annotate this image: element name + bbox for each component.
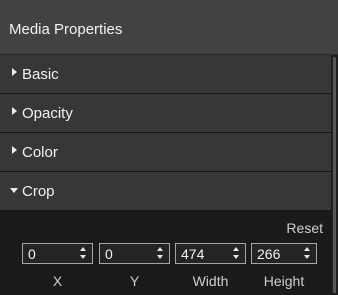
expand-arrow-icon [12, 107, 17, 115]
stepper-up-icon[interactable] [304, 247, 310, 251]
crop-width-spinbox[interactable]: 474 [175, 243, 246, 264]
stepper-down-icon[interactable] [157, 255, 163, 259]
section-basic[interactable]: Basic [0, 55, 331, 93]
stepper-arrows-icon[interactable] [304, 247, 311, 260]
reset-button[interactable]: Reset [286, 220, 323, 236]
section-crop[interactable]: Crop [0, 172, 331, 210]
stepper-arrows-icon[interactable] [80, 247, 87, 260]
panel-header: Media Properties [0, 0, 338, 55]
panel-title: Media Properties [9, 21, 123, 38]
section-label: Basic [22, 66, 59, 83]
section-label: Color [22, 144, 58, 161]
stepper-up-icon[interactable] [157, 247, 163, 251]
section-color[interactable]: Color [0, 133, 331, 171]
section-label: Opacity [22, 105, 73, 122]
crop-width-label: Width [192, 273, 229, 289]
section-opacity[interactable]: Opacity [0, 94, 331, 132]
section-label: Crop [22, 183, 55, 200]
stepper-up-icon[interactable] [80, 247, 86, 251]
crop-x-label: X [52, 273, 63, 289]
crop-y-value[interactable]: 0 [105, 246, 113, 262]
stepper-down-icon[interactable] [304, 255, 310, 259]
crop-y-label: Y [129, 273, 140, 289]
crop-x-value[interactable]: 0 [28, 246, 36, 262]
crop-height-value[interactable]: 266 [257, 246, 280, 262]
media-properties-panel: Media Properties Basic Opacity Color Cro… [0, 0, 338, 295]
stepper-up-icon[interactable] [233, 247, 239, 251]
stepper-down-icon[interactable] [233, 255, 239, 259]
crop-y-spinbox[interactable]: 0 [99, 243, 170, 264]
crop-x-spinbox[interactable]: 0 [22, 243, 93, 264]
vertical-scrollbar[interactable] [331, 55, 338, 295]
crop-width-value[interactable]: 474 [181, 246, 204, 262]
expand-arrow-icon [12, 68, 17, 76]
scrollbar-thumb[interactable] [333, 57, 336, 293]
collapse-arrow-icon [10, 188, 18, 193]
crop-height-spinbox[interactable]: 266 [251, 243, 317, 264]
stepper-arrows-icon[interactable] [157, 247, 164, 260]
crop-height-label: Height [263, 273, 305, 289]
stepper-arrows-icon[interactable] [233, 247, 240, 260]
expand-arrow-icon [12, 146, 17, 154]
stepper-down-icon[interactable] [80, 255, 86, 259]
